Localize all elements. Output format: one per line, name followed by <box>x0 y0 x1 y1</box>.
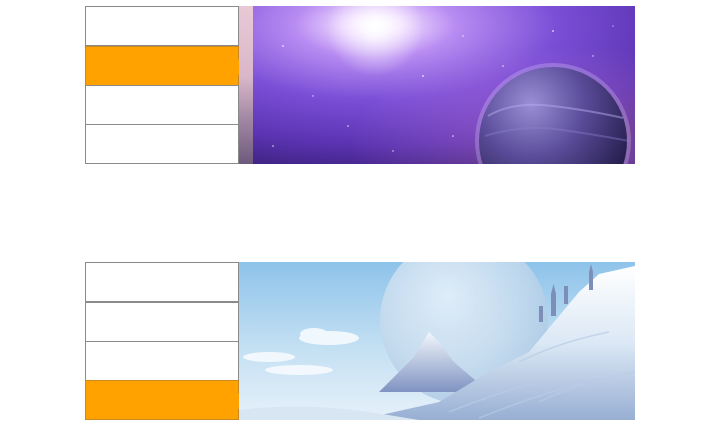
slider-widget-bottom <box>85 262 635 420</box>
slider-tab-1[interactable] <box>85 6 239 46</box>
slider-tab-menu <box>85 262 247 420</box>
slider-tab-4-active[interactable] <box>85 380 247 420</box>
slider-tab-2-active[interactable] <box>85 46 247 86</box>
slider-tab-1[interactable] <box>85 262 239 302</box>
slide-image-snowy-mountain <box>239 262 635 420</box>
slider-widget-top <box>85 6 635 164</box>
slider-tab-menu <box>85 6 247 164</box>
slider-tab-3[interactable] <box>85 341 239 381</box>
previous-slide-sliver <box>239 6 253 164</box>
slide-image-space-planet <box>253 6 635 164</box>
slider-tab-3[interactable] <box>85 85 239 125</box>
slider-tab-2[interactable] <box>85 302 239 342</box>
slider-tab-4[interactable] <box>85 124 239 164</box>
